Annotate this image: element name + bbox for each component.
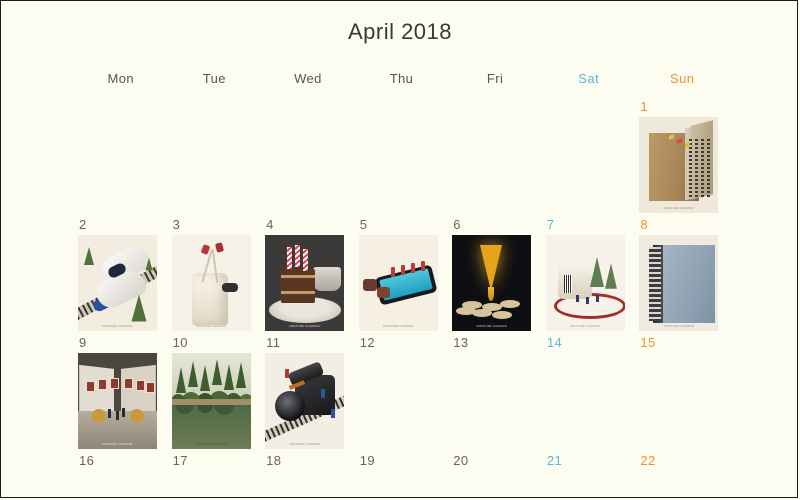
weekday-header-tue: Tue: [202, 71, 226, 86]
day-number: 11: [266, 335, 281, 350]
day-number: 4: [266, 217, 274, 232]
day-number: 21: [546, 453, 563, 468]
day-number: 7: [546, 217, 555, 232]
day-photo-cameras-on-train-track[interactable]: MINIATURE CALENDAR: [265, 353, 345, 449]
day-number: 15: [640, 335, 656, 350]
day-number: 6: [453, 217, 461, 232]
day-photo-blue-grey-spiral-notebook[interactable]: MINIATURE CALENDAR: [639, 235, 719, 331]
day-photo-smartphone-swimming-pool[interactable]: MINIATURE CALENDAR: [358, 235, 438, 331]
calendar-day-cell[interactable]: 8 MINIATURE CALENDAR: [635, 217, 729, 335]
calendar-day-cell[interactable]: 4 MINIATURE CALENDAR: [261, 217, 355, 335]
weekday-header-mon: Mon: [107, 71, 135, 86]
photo-artwork: [171, 235, 251, 331]
day-photo-art-gallery-room[interactable]: MINIATURE CALENDAR: [78, 353, 157, 449]
calendar-week-row: 16 17 18 19 20 21 22: [74, 453, 729, 497]
weekday-header-fri: Fri: [486, 71, 504, 86]
day-photo-white-shoes-on-train-track[interactable]: MINIATURE CALENDAR: [78, 235, 157, 331]
photo-artwork: [452, 235, 532, 331]
page-title: April 2018: [347, 19, 453, 44]
day-number: 1: [640, 99, 649, 114]
day-number: 12: [359, 335, 375, 350]
calendar-day-cell[interactable]: 13: [448, 335, 542, 453]
day-number: 5: [359, 217, 368, 232]
day-photo-noodles-with-climbing-figures[interactable]: MINIATURE CALENDAR: [171, 235, 251, 331]
day-number: 3: [172, 217, 181, 232]
calendar-day-cell[interactable]: 5 MINIATURE CALENDAR: [355, 217, 449, 335]
calendar-day-cell[interactable]: 18: [261, 453, 355, 497]
calendar-week-row: 1 MINIATURE CALENDAR: [74, 99, 729, 217]
weekday-header-sat: Sat: [578, 71, 599, 86]
day-number: 22: [640, 453, 656, 468]
calendar-day-cell[interactable]: 14: [542, 335, 636, 453]
photo-artwork: [265, 235, 345, 331]
weekday-header-wed: Wed: [294, 71, 322, 86]
day-number: 8: [640, 217, 649, 232]
day-number: 18: [266, 453, 282, 468]
calendar-page: April 2018 Mon Tue Wed Thu Fri Sat Sun 1 MINIAT…: [0, 0, 798, 498]
calendar-day-cell[interactable]: 15: [635, 335, 729, 453]
calendar-week-row: 9 MINIATURE CALENDAR 10 MINIATURE CALENDAR 1…: [74, 335, 729, 453]
calendar-day-cell[interactable]: 3 MINIATURE CALENDAR: [168, 217, 262, 335]
photo-artwork: [265, 353, 345, 449]
calendar-day-cell[interactable]: 11 MINIATURE CALENDAR: [261, 335, 355, 453]
day-photo-spiral-notebooks-kraft[interactable]: MINIATURE CALENDAR: [639, 117, 719, 213]
weekday-header-sun: Sun: [670, 71, 695, 86]
calendar-day-cell[interactable]: 10 MINIATURE CALENDAR: [168, 335, 262, 453]
day-number: 9: [79, 335, 87, 350]
day-number: 14: [546, 335, 563, 350]
photo-artwork: [639, 235, 719, 331]
calendar-empty-cell: [74, 99, 168, 217]
weekday-header-thu: Thu: [389, 71, 414, 86]
calendar-empty-cell: [542, 99, 636, 217]
weekday-header-row: Mon Tue Wed Thu Fri Sat Sun: [74, 71, 729, 99]
photo-artwork: [171, 353, 251, 449]
day-number: 2: [79, 217, 87, 232]
calendar-empty-cell: [448, 99, 542, 217]
day-photo-ice-cream-tub-with-trees[interactable]: MINIATURE CALENDAR: [545, 235, 625, 331]
day-number: 13: [453, 335, 469, 350]
calendar-day-cell[interactable]: 7 MINIATURE CALENDAR: [542, 217, 636, 335]
calendar-day-cell[interactable]: 20: [448, 453, 542, 497]
calendar-day-cell[interactable]: 19: [355, 453, 449, 497]
day-number: 17: [172, 453, 188, 468]
calendar-grid: Mon Tue Wed Thu Fri Sat Sun 1 MINIATURE CALENDA…: [74, 71, 729, 497]
day-number: 19: [359, 453, 375, 468]
calendar-empty-cell: [261, 99, 355, 217]
day-photo-forest-lake-reflection[interactable]: MINIATURE CALENDAR: [171, 353, 251, 449]
calendar-day-cell[interactable]: 22: [635, 453, 729, 497]
day-number: 20: [453, 453, 469, 468]
calendar-empty-cell: [355, 99, 449, 217]
photo-artwork: [78, 353, 157, 449]
calendar-day-cell[interactable]: 6 MINIATURE CALENDAR: [448, 217, 542, 335]
photo-artwork: [78, 235, 157, 331]
calendar-day-cell[interactable]: 2 MINIATURE CALENDAR: [74, 217, 168, 335]
day-photo-chocolate-cake-with-candles[interactable]: MINIATURE CALENDAR: [265, 235, 345, 331]
day-photo-golden-cone-on-chips[interactable]: MINIATURE CALENDAR: [452, 235, 532, 331]
calendar-week-row: 2 MINIATURE CALENDAR 3 MINIATURE CALENDAR 4 M…: [74, 217, 729, 335]
calendar-day-cell[interactable]: 12: [355, 335, 449, 453]
calendar-day-cell[interactable]: 1 MINIATURE CALENDAR: [635, 99, 729, 217]
calendar-day-cell[interactable]: 21: [542, 453, 636, 497]
calendar-day-cell[interactable]: 9 MINIATURE CALENDAR: [74, 335, 168, 453]
calendar-weeks: 1 MINIATURE CALENDAR 2 MINIATURE CALENDAR 3 M…: [74, 99, 729, 497]
photo-artwork: [358, 235, 438, 331]
calendar-day-cell[interactable]: 17: [168, 453, 262, 497]
calendar-day-cell[interactable]: 16: [74, 453, 168, 497]
photo-artwork: [639, 117, 719, 213]
day-number: 10: [172, 335, 188, 350]
photo-artwork: [545, 235, 625, 331]
calendar-empty-cell: [168, 99, 262, 217]
day-number: 16: [79, 453, 95, 468]
